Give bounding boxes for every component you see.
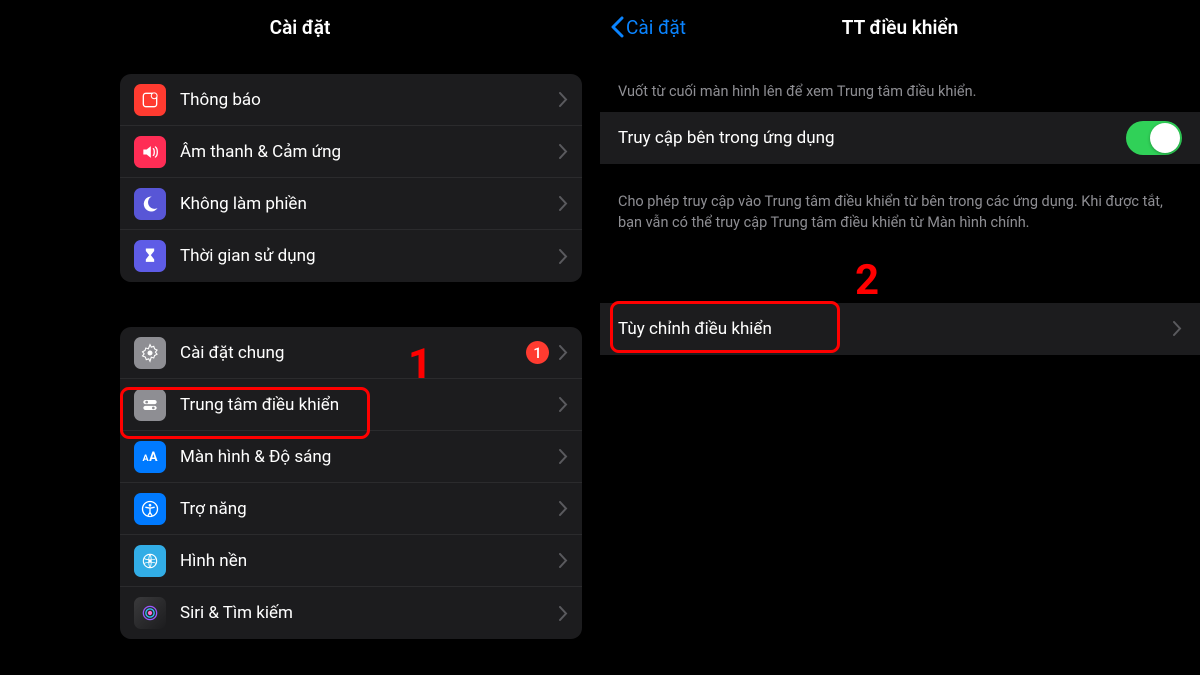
wallpaper-icon [134, 545, 166, 577]
chevron-right-icon [1173, 321, 1182, 336]
row-general[interactable]: Cài đặt chung 1 [120, 327, 582, 379]
notifications-icon [134, 84, 166, 116]
row-label: Không làm phiền [180, 194, 559, 214]
toggles-icon [134, 389, 166, 421]
back-label: Cài đặt [626, 16, 686, 39]
row-label: Truy cập bên trong ứng dụng [618, 128, 1126, 148]
settings-screen: Cài đặt Thông báo Âm thanh & Cảm ứng [0, 0, 600, 675]
text-size-icon: AA [134, 441, 166, 473]
back-button[interactable]: Cài đặt [610, 0, 686, 54]
hint-top: Vuốt từ cuối màn hình lên để xem Trung t… [600, 54, 1200, 112]
chevron-right-icon [559, 606, 568, 621]
row-label: Hình nền [180, 551, 559, 571]
toggle-access-within-apps[interactable] [1126, 121, 1182, 155]
sounds-icon [134, 136, 166, 168]
row-label: Màn hình & Độ sáng [180, 447, 559, 467]
chevron-left-icon [610, 16, 624, 38]
row-label: Siri & Tìm kiếm [180, 603, 559, 623]
row-accessibility[interactable]: Trợ năng [120, 483, 582, 535]
row-label: Thông báo [180, 90, 559, 110]
row-label: Trung tâm điều khiển [180, 395, 559, 415]
settings-group-1: Thông báo Âm thanh & Cảm ứng Không làm p… [120, 74, 582, 282]
row-label: Thời gian sử dụng [180, 246, 559, 266]
nav-bar-right: Cài đặt TT điều khiển [600, 0, 1200, 54]
nav-bar-left: Cài đặt [0, 0, 600, 54]
chevron-right-icon [559, 144, 568, 159]
chevron-right-icon [559, 501, 568, 516]
row-display[interactable]: AA Màn hình & Độ sáng [120, 431, 582, 483]
row-control-center[interactable]: Trung tâm điều khiển [120, 379, 582, 431]
customize-group: Tùy chỉnh điều khiển [600, 303, 1200, 355]
chevron-right-icon [559, 449, 568, 464]
chevron-right-icon [559, 249, 568, 264]
chevron-right-icon [559, 397, 568, 412]
chevron-right-icon [559, 196, 568, 211]
row-notifications[interactable]: Thông báo [120, 74, 582, 126]
settings-content: Thông báo Âm thanh & Cảm ứng Không làm p… [0, 54, 600, 675]
row-access-within-apps[interactable]: Truy cập bên trong ứng dụng [600, 112, 1200, 164]
row-label: Tùy chỉnh điều khiển [618, 319, 1173, 339]
row-label: Âm thanh & Cảm ứng [180, 142, 559, 162]
hint-access: Cho phép truy cập vào Trung tâm điều khi… [600, 164, 1200, 243]
row-sounds[interactable]: Âm thanh & Cảm ứng [120, 126, 582, 178]
moon-icon [134, 188, 166, 220]
siri-icon [134, 597, 166, 629]
chevron-right-icon [559, 92, 568, 107]
notification-badge: 1 [526, 341, 549, 364]
row-customize-controls[interactable]: Tùy chỉnh điều khiển [600, 303, 1200, 355]
access-group: Truy cập bên trong ứng dụng [600, 112, 1200, 164]
page-title: Cài đặt [270, 16, 331, 39]
row-label: Cài đặt chung [180, 343, 526, 363]
gear-icon [134, 337, 166, 369]
row-dnd[interactable]: Không làm phiền [120, 178, 582, 230]
svg-text:A: A [149, 450, 158, 465]
control-center-screen: Cài đặt TT điều khiển Vuốt từ cuối màn h… [600, 0, 1200, 675]
chevron-right-icon [559, 553, 568, 568]
row-screentime[interactable]: Thời gian sử dụng [120, 230, 582, 282]
page-title: TT điều khiển [842, 16, 958, 39]
chevron-right-icon [559, 345, 568, 360]
accessibility-icon [134, 493, 166, 525]
settings-group-2: Cài đặt chung 1 Trung tâm điều khiển AA … [120, 327, 582, 639]
control-center-content: Vuốt từ cuối màn hình lên để xem Trung t… [600, 54, 1200, 355]
hourglass-icon [134, 240, 166, 272]
row-label: Trợ năng [180, 499, 559, 519]
row-wallpaper[interactable]: Hình nền [120, 535, 582, 587]
row-siri[interactable]: Siri & Tìm kiếm [120, 587, 582, 639]
